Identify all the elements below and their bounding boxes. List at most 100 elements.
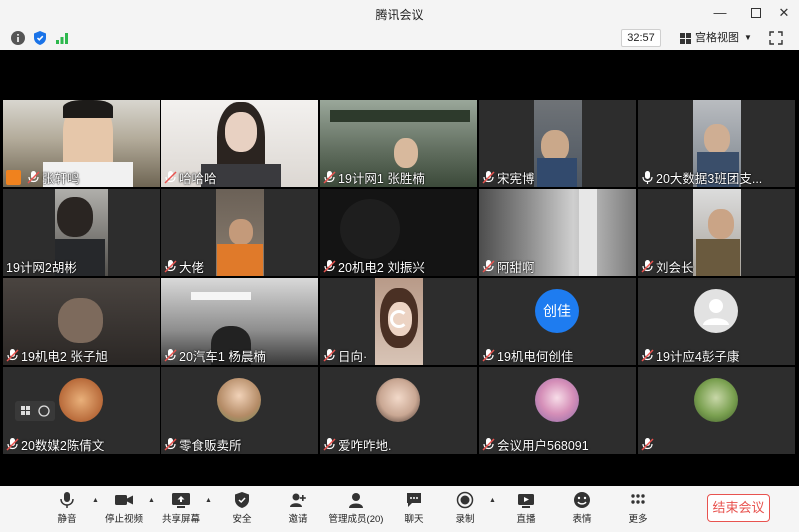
security-button[interactable]: 安全	[228, 491, 256, 529]
end-meeting-button[interactable]: 结束会议	[707, 494, 770, 522]
mic-muted-icon	[164, 171, 177, 184]
mic-muted-icon	[482, 260, 495, 273]
title-bar: 腾讯会议 — ✕	[0, 0, 799, 26]
participant-name: 19计应4彭子康	[656, 350, 740, 364]
participant-tile[interactable]: 20汽车1 杨晨楠	[161, 278, 318, 365]
participant-name: 19计网1 张胜楠	[338, 172, 425, 186]
participant-name: 爱咋咋地.	[338, 439, 392, 453]
participant-tile[interactable]: 阿甜啊	[479, 189, 636, 276]
signal-strength-icon[interactable]	[54, 30, 70, 46]
microphone-icon	[60, 492, 74, 508]
mic-muted-icon	[164, 438, 177, 451]
layout-icon	[21, 405, 50, 417]
participant-name: 19机电2 张子旭	[21, 350, 108, 364]
stop-video-button[interactable]: 停止视频	[104, 491, 144, 529]
participant-tile[interactable]: 爱咋咋地.	[320, 367, 477, 454]
chevron-up-icon[interactable]: ▲	[489, 497, 496, 504]
participant-name: 张轩鸣	[42, 172, 80, 186]
add-user-icon	[290, 493, 306, 507]
manage-members-label: 管理成员(20)	[328, 514, 384, 525]
share-screen-button[interactable]: 共享屏幕	[160, 491, 202, 529]
participant-tile[interactable]: 20机电2 刘振兴	[320, 189, 477, 276]
participant-tile[interactable]: 创佳 19机电何创佳	[479, 278, 636, 365]
minimize-button[interactable]: —	[709, 3, 731, 23]
participant-name: 会议用户568091	[497, 439, 589, 453]
view-mode-label: 宫格视图	[695, 32, 739, 44]
live-label: 直播	[516, 514, 536, 525]
mic-muted-icon	[323, 349, 336, 362]
mic-muted-icon	[641, 349, 654, 362]
stop-video-label: 停止视频	[104, 514, 143, 525]
mic-muted-icon	[641, 438, 654, 451]
reactions-button[interactable]: 表情	[568, 491, 596, 529]
maximize-button[interactable]	[745, 3, 767, 23]
mic-muted-icon	[6, 349, 19, 362]
participant-name: 日向·	[338, 350, 368, 364]
avatar	[376, 378, 420, 422]
chevron-up-icon[interactable]: ▲	[92, 497, 99, 504]
meeting-toolbar: 静音 ▲ 停止视频 ▲ 共享屏幕 ▲ 安全 邀请 管理成员(20) 聊天 录制 …	[0, 486, 799, 532]
participant-tile[interactable]: 大佬	[161, 189, 318, 276]
participant-tile[interactable]: 宋宪博	[479, 100, 636, 187]
window-title: 腾讯会议	[375, 8, 424, 22]
meeting-timer: 32:57	[621, 29, 661, 47]
tile-tools[interactable]	[15, 401, 55, 421]
host-icon	[6, 170, 21, 185]
smiley-icon	[574, 492, 590, 508]
chevron-up-icon[interactable]: ▲	[205, 497, 212, 504]
chat-label: 聊天	[404, 514, 424, 525]
chevron-down-icon: ▼	[744, 33, 752, 42]
participant-tile[interactable]: 19计网2胡彬	[3, 189, 160, 276]
record-label: 录制	[455, 514, 475, 525]
info-icon[interactable]	[10, 30, 26, 46]
live-button[interactable]: 直播	[512, 491, 540, 529]
live-stream-icon	[518, 494, 534, 508]
participant-tile[interactable]: 哈哈哈	[161, 100, 318, 187]
avatar: 创佳	[535, 289, 579, 333]
participant-tile[interactable]: 刘会长	[638, 189, 795, 276]
participant-tile[interactable]: 会议用户568091	[479, 367, 636, 454]
manage-members-button[interactable]: 管理成员(20)	[328, 491, 384, 529]
fullscreen-icon[interactable]	[768, 30, 784, 46]
participant-name: 20机电2 刘振兴	[338, 261, 425, 275]
participant-tile[interactable]: 19计应4彭子康	[638, 278, 795, 365]
record-button[interactable]: 录制	[451, 491, 479, 529]
mic-muted-icon	[641, 260, 654, 273]
chat-icon	[407, 493, 421, 507]
participant-name: 宋宪博	[497, 172, 535, 186]
more-label: 更多	[628, 514, 648, 525]
view-mode-dropdown[interactable]: 宫格视图 ▼	[676, 29, 762, 47]
avatar	[217, 378, 261, 422]
participant-name: 刘会长	[656, 261, 694, 275]
grid-view-icon	[680, 33, 691, 44]
participant-tile[interactable]: 零食贩卖所	[161, 367, 318, 454]
shield-icon[interactable]	[32, 30, 48, 46]
invite-button[interactable]: 邀请	[284, 491, 312, 529]
shield-icon	[235, 492, 249, 508]
invite-label: 邀请	[288, 514, 308, 525]
mic-muted-icon	[323, 438, 336, 451]
avatar-initials: 创佳	[543, 303, 571, 319]
participant-tile[interactable]: 日向·	[320, 278, 477, 365]
participant-name: 20汽车1 杨晨楠	[179, 350, 266, 364]
mic-muted-icon	[482, 349, 495, 362]
mic-muted-icon	[482, 438, 495, 451]
participant-tile[interactable]: 张轩鸣	[3, 100, 160, 187]
avatar	[59, 378, 103, 422]
participant-tile[interactable]: 19计网1 张胜楠	[320, 100, 477, 187]
more-button[interactable]: 更多	[624, 491, 652, 529]
mic-muted-icon	[323, 260, 336, 273]
chevron-up-icon[interactable]: ▲	[148, 497, 155, 504]
video-grid: 张轩鸣 哈哈哈 19计网1 张胜楠 宋宪博 20大数据3班团支... 19计网2…	[0, 50, 799, 486]
mute-button[interactable]: 静音	[52, 491, 82, 529]
share-screen-label: 共享屏幕	[161, 514, 200, 525]
avatar	[535, 378, 579, 422]
participant-tile[interactable]: 20大数据3班团支...	[638, 100, 795, 187]
participant-tile[interactable]	[638, 367, 795, 454]
participant-name: 哈哈哈	[179, 172, 217, 186]
participant-tile[interactable]: 19机电2 张子旭	[3, 278, 160, 365]
participant-tile[interactable]: 20数媒2陈倩文	[3, 367, 160, 454]
close-button[interactable]: ✕	[773, 3, 795, 23]
chat-button[interactable]: 聊天	[400, 491, 428, 529]
mic-muted-icon	[6, 438, 19, 451]
